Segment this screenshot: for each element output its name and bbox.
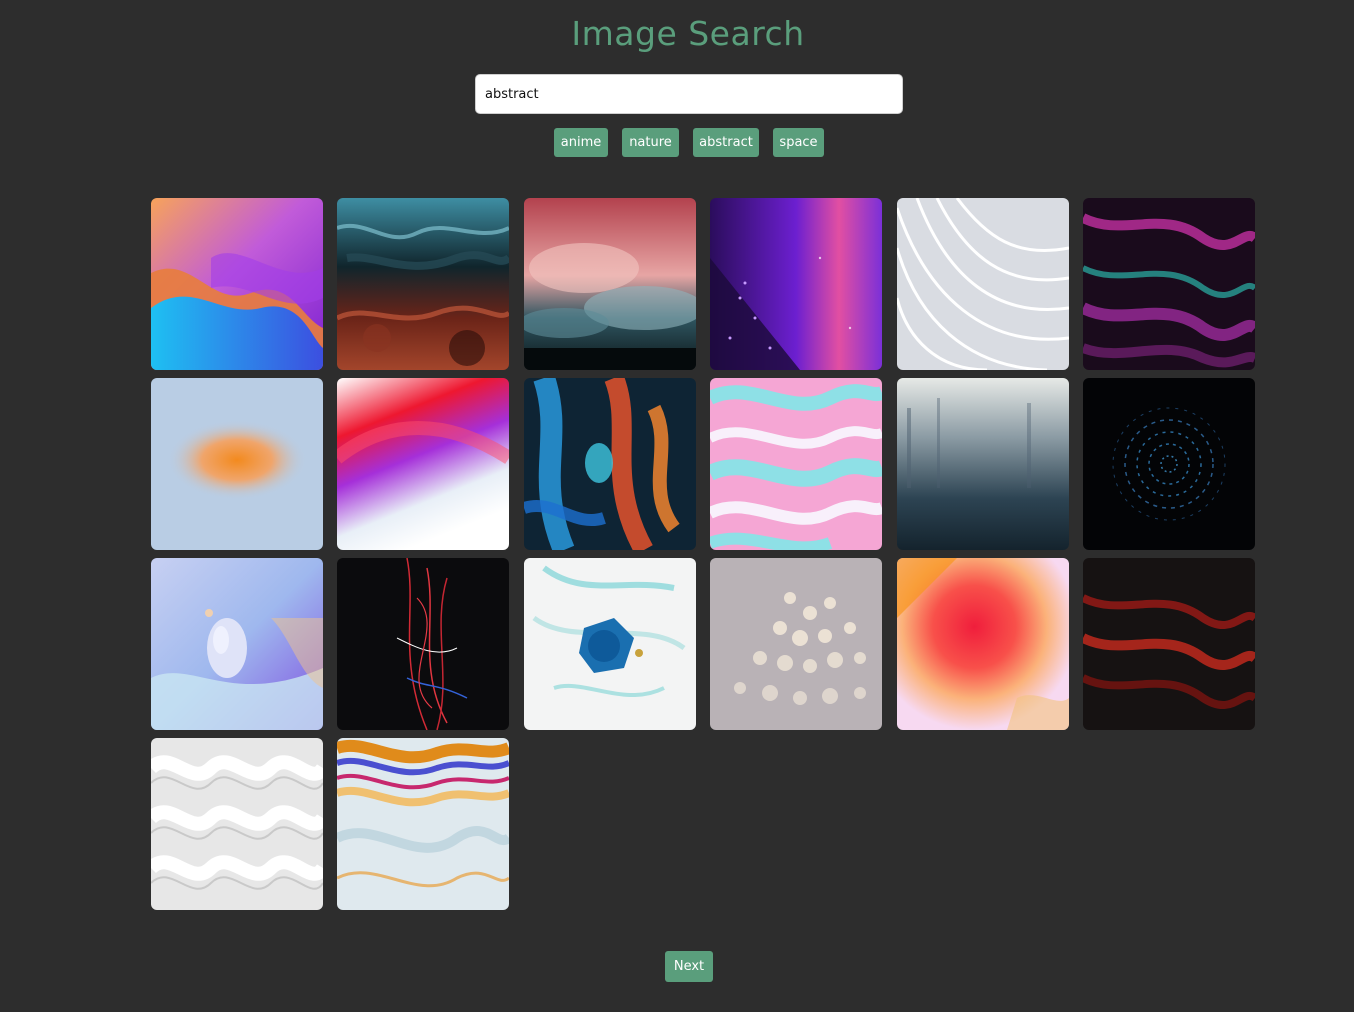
gallery-image[interactable]	[524, 198, 696, 370]
gallery-image[interactable]	[897, 558, 1069, 730]
gallery-image[interactable]	[524, 558, 696, 730]
gallery-image[interactable]	[1083, 198, 1255, 370]
gallery-image[interactable]	[897, 198, 1069, 370]
gallery-image[interactable]	[151, 198, 323, 370]
gallery-image[interactable]	[1083, 558, 1255, 730]
gallery-image[interactable]	[710, 558, 882, 730]
gallery-image[interactable]	[897, 378, 1069, 550]
tag-button-abstract[interactable]: abstract	[693, 128, 759, 157]
gallery-image[interactable]	[151, 378, 323, 550]
gallery-image[interactable]	[337, 198, 509, 370]
gallery-image[interactable]	[151, 738, 323, 910]
gallery-image[interactable]	[337, 558, 509, 730]
tag-button-nature[interactable]: nature	[622, 128, 679, 157]
gallery-image[interactable]	[337, 378, 509, 550]
next-button[interactable]: Next	[665, 951, 713, 982]
search-input[interactable]	[475, 74, 903, 114]
gallery-image[interactable]	[337, 738, 509, 910]
page-title: Image Search	[571, 14, 805, 53]
gallery-image[interactable]	[1083, 378, 1255, 550]
gallery-image[interactable]	[151, 558, 323, 730]
gallery-image[interactable]	[524, 378, 696, 550]
tag-button-anime[interactable]: anime	[554, 128, 608, 157]
gallery-image[interactable]	[710, 198, 882, 370]
gallery-image[interactable]	[710, 378, 882, 550]
tag-button-space[interactable]: space	[773, 128, 824, 157]
